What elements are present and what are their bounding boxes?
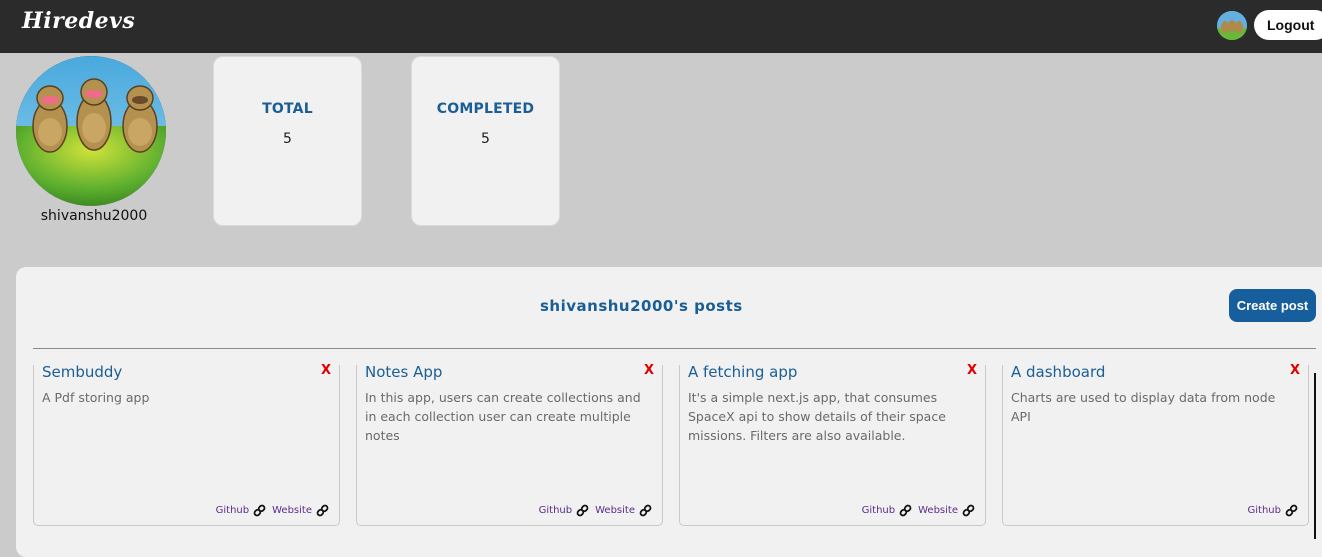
post-card: Notes App X In this app, users can creat… bbox=[356, 363, 663, 526]
post-title[interactable]: Sembuddy bbox=[42, 363, 122, 381]
github-link-label: Github bbox=[538, 505, 573, 516]
website-link-label: Website bbox=[595, 505, 635, 516]
post-links: Github bbox=[1248, 504, 1298, 517]
scrollbar[interactable] bbox=[1314, 373, 1316, 539]
link-icon bbox=[639, 504, 652, 517]
post-links: Github Website bbox=[862, 504, 975, 517]
post-title[interactable]: Notes App bbox=[365, 363, 442, 381]
navbar: Hiredevs Logout bbox=[0, 0, 1322, 53]
post-links: Github Website bbox=[216, 504, 329, 517]
stat-card-completed: COMPLETED 5 bbox=[411, 56, 560, 226]
github-link-label: Github bbox=[1247, 505, 1281, 516]
post-description: Charts are used to display data from nod… bbox=[1011, 390, 1276, 424]
post-description: It's a simple next.js app, that consumes… bbox=[688, 390, 946, 443]
post-card: Sembuddy X A Pdf storing app Github Webs… bbox=[33, 363, 340, 526]
delete-post-button[interactable]: X bbox=[321, 363, 331, 378]
avatar-image-icon bbox=[1217, 11, 1247, 40]
stat-value: 5 bbox=[283, 131, 292, 147]
posts-panel: shivanshu2000's posts Create post Sembud… bbox=[16, 267, 1322, 557]
website-link[interactable]: Website bbox=[918, 504, 975, 517]
monkeys-avatar-icon bbox=[16, 56, 166, 206]
github-link-label: Github bbox=[215, 505, 250, 516]
stat-value: 5 bbox=[481, 131, 490, 147]
post-card: A dashboard X Charts are used to display… bbox=[1002, 363, 1309, 526]
link-icon bbox=[962, 504, 975, 517]
delete-post-button[interactable]: X bbox=[644, 363, 654, 378]
link-icon bbox=[899, 504, 912, 517]
post-description: In this app, users can create collection… bbox=[365, 390, 641, 443]
website-link[interactable]: Website bbox=[272, 504, 329, 517]
link-icon bbox=[316, 504, 329, 517]
logout-button[interactable]: Logout bbox=[1254, 10, 1322, 40]
posts-heading: shivanshu2000's posts bbox=[540, 297, 743, 315]
github-link[interactable]: Github bbox=[216, 504, 266, 517]
github-link[interactable]: Github bbox=[862, 504, 912, 517]
github-link-label: Github bbox=[861, 505, 896, 516]
post-title[interactable]: A dashboard bbox=[1011, 363, 1105, 381]
profile-username: shivanshu2000 bbox=[40, 208, 148, 224]
github-link[interactable]: Github bbox=[539, 504, 589, 517]
post-title[interactable]: A fetching app bbox=[688, 363, 797, 381]
link-icon bbox=[576, 504, 589, 517]
link-icon bbox=[253, 504, 266, 517]
website-link-label: Website bbox=[272, 505, 312, 516]
stat-label: COMPLETED bbox=[436, 101, 535, 117]
website-link-label: Website bbox=[918, 505, 958, 516]
divider bbox=[33, 348, 1316, 349]
website-link[interactable]: Website bbox=[595, 504, 652, 517]
post-description: A Pdf storing app bbox=[42, 390, 150, 405]
github-link[interactable]: Github bbox=[1248, 504, 1298, 517]
stat-card-total: TOTAL 5 bbox=[213, 56, 362, 226]
post-links: Github Website bbox=[539, 504, 652, 517]
delete-post-button[interactable]: X bbox=[967, 363, 977, 378]
profile-avatar bbox=[16, 56, 166, 206]
stat-label: TOTAL bbox=[262, 101, 313, 117]
create-post-button[interactable]: Create post bbox=[1229, 289, 1316, 322]
post-card: A fetching app X It's a simple next.js a… bbox=[679, 363, 986, 526]
brand-logo[interactable]: Hiredevs bbox=[22, 8, 135, 34]
delete-post-button[interactable]: X bbox=[1290, 363, 1300, 378]
nav-avatar[interactable] bbox=[1217, 11, 1247, 40]
link-icon bbox=[1285, 504, 1298, 517]
